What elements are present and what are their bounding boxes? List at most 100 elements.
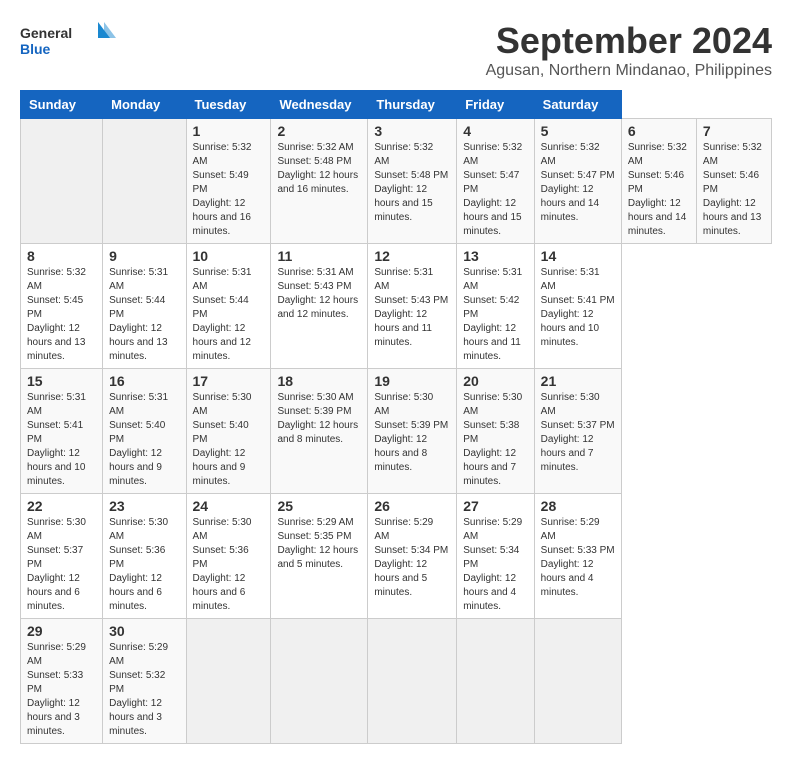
- day-info: Sunrise: 5:31 AMSunset: 5:44 PMDaylight:…: [193, 266, 265, 364]
- day-number: 8: [27, 248, 96, 264]
- calendar-cell: 28Sunrise: 5:29 AMSunset: 5:33 PMDayligh…: [534, 494, 621, 619]
- day-number: 18: [277, 373, 361, 389]
- day-info: Sunrise: 5:29 AMSunset: 5:34 PMDaylight:…: [374, 516, 450, 600]
- calendar-cell: 2 Sunrise: 5:32 AMSunset: 5:48 PMDaylight…: [271, 119, 368, 244]
- day-info: Sunrise: 5:32 AMSunset: 5:47 PMDaylight:…: [463, 141, 527, 239]
- day-info: Sunrise: 5:31 AMSunset: 5:41 PMDaylight:…: [541, 266, 615, 350]
- day-number: 5: [541, 123, 615, 139]
- calendar-cell: [186, 619, 271, 744]
- calendar-cell: 7 Sunrise: 5:32 AMSunset: 5:46 PMDaylight…: [696, 119, 771, 244]
- month-title: September 2024: [486, 20, 772, 62]
- calendar-cell: 25 Sunrise: 5:29 AMSunset: 5:35 PMDayligh…: [271, 494, 368, 619]
- header-thursday: Thursday: [368, 91, 457, 119]
- day-info: Sunrise: 5:32 AMSunset: 5:48 PMDaylight:…: [277, 141, 361, 197]
- calendar-cell: 10 Sunrise: 5:31 AMSunset: 5:44 PMDayligh…: [186, 244, 271, 369]
- calendar-cell: [21, 119, 103, 244]
- day-number: 22: [27, 498, 96, 514]
- day-number: 10: [193, 248, 265, 264]
- day-info: Sunrise: 5:32 AMSunset: 5:45 PMDaylight:…: [27, 266, 96, 364]
- day-number: 25: [277, 498, 361, 514]
- calendar-cell: 3Sunrise: 5:32 AMSunset: 5:48 PMDaylight…: [368, 119, 457, 244]
- day-number: 4: [463, 123, 527, 139]
- location-subtitle: Agusan, Northern Mindanao, Philippines: [486, 62, 772, 80]
- calendar-cell: 23 Sunrise: 5:30 AMSunset: 5:36 PMDayligh…: [103, 494, 186, 619]
- day-info: Sunrise: 5:31 AMSunset: 5:41 PMDaylight:…: [27, 391, 96, 489]
- day-info: Sunrise: 5:29 AMSunset: 5:32 PMDaylight:…: [109, 641, 179, 739]
- title-section: September 2024 Agusan, Northern Mindanao…: [486, 20, 772, 80]
- calendar-week-row: 15 Sunrise: 5:31 AMSunset: 5:41 PMDayligh…: [21, 369, 772, 494]
- day-info: Sunrise: 5:32 AMSunset: 5:47 PMDaylight:…: [541, 141, 615, 225]
- day-number: 30: [109, 623, 179, 639]
- calendar-week-row: 1Sunrise: 5:32 AMSunset: 5:49 PMDaylight…: [21, 119, 772, 244]
- day-number: 12: [374, 248, 450, 264]
- header-saturday: Saturday: [534, 91, 621, 119]
- logo-graphic: General Blue: [20, 20, 120, 64]
- day-number: 11: [277, 248, 361, 264]
- day-info: Sunrise: 5:31 AMSunset: 5:42 PMDaylight:…: [463, 266, 527, 364]
- calendar-cell: 11Sunrise: 5:31 AMSunset: 5:43 PMDayligh…: [271, 244, 368, 369]
- calendar-cell: 26 Sunrise: 5:29 AMSunset: 5:34 PMDayligh…: [368, 494, 457, 619]
- day-number: 24: [193, 498, 265, 514]
- day-info: Sunrise: 5:30 AMSunset: 5:37 PMDaylight:…: [541, 391, 615, 475]
- day-info: Sunrise: 5:30 AMSunset: 5:36 PMDaylight:…: [109, 516, 179, 614]
- calendar-cell: 16 Sunrise: 5:31 AMSunset: 5:40 PMDayligh…: [103, 369, 186, 494]
- day-number: 27: [463, 498, 527, 514]
- day-info: Sunrise: 5:29 AMSunset: 5:33 PMDaylight:…: [27, 641, 96, 739]
- day-number: 23: [109, 498, 179, 514]
- day-info: Sunrise: 5:29 AMSunset: 5:35 PMDaylight:…: [277, 516, 361, 572]
- calendar-cell: 13 Sunrise: 5:31 AMSunset: 5:42 PMDayligh…: [457, 244, 534, 369]
- header-tuesday: Tuesday: [186, 91, 271, 119]
- calendar-cell: 5 Sunrise: 5:32 AMSunset: 5:47 PMDaylight…: [534, 119, 621, 244]
- day-info: Sunrise: 5:32 AMSunset: 5:46 PMDaylight:…: [703, 141, 765, 239]
- day-number: 17: [193, 373, 265, 389]
- svg-text:General: General: [20, 25, 72, 41]
- day-number: 21: [541, 373, 615, 389]
- day-number: 13: [463, 248, 527, 264]
- calendar-table: SundayMondayTuesdayWednesdayThursdayFrid…: [20, 90, 772, 744]
- calendar-cell: 22 Sunrise: 5:30 AMSunset: 5:37 PMDayligh…: [21, 494, 103, 619]
- day-number: 14: [541, 248, 615, 264]
- day-number: 20: [463, 373, 527, 389]
- calendar-cell: 4 Sunrise: 5:32 AMSunset: 5:47 PMDaylight…: [457, 119, 534, 244]
- calendar-cell: [103, 119, 186, 244]
- day-number: 15: [27, 373, 96, 389]
- day-info: Sunrise: 5:32 AMSunset: 5:49 PMDaylight:…: [193, 141, 265, 239]
- header-sunday: Sunday: [21, 91, 103, 119]
- day-info: Sunrise: 5:30 AMSunset: 5:37 PMDaylight:…: [27, 516, 96, 614]
- calendar-cell: [271, 619, 368, 744]
- day-number: 2: [277, 123, 361, 139]
- calendar-cell: 12 Sunrise: 5:31 AMSunset: 5:43 PMDayligh…: [368, 244, 457, 369]
- calendar-week-row: 8 Sunrise: 5:32 AMSunset: 5:45 PMDaylight…: [21, 244, 772, 369]
- calendar-cell: 9 Sunrise: 5:31 AMSunset: 5:44 PMDaylight…: [103, 244, 186, 369]
- header-monday: Monday: [103, 91, 186, 119]
- day-number: 26: [374, 498, 450, 514]
- calendar-cell: [457, 619, 534, 744]
- calendar-week-row: 29 Sunrise: 5:29 AMSunset: 5:33 PMDayligh…: [21, 619, 772, 744]
- day-number: 9: [109, 248, 179, 264]
- calendar-cell: 15 Sunrise: 5:31 AMSunset: 5:41 PMDayligh…: [21, 369, 103, 494]
- header-wednesday: Wednesday: [271, 91, 368, 119]
- day-number: 7: [703, 123, 765, 139]
- calendar-header-row: SundayMondayTuesdayWednesdayThursdayFrid…: [21, 91, 772, 119]
- day-info: Sunrise: 5:30 AMSunset: 5:39 PMDaylight:…: [374, 391, 450, 475]
- calendar-cell: 29 Sunrise: 5:29 AMSunset: 5:33 PMDayligh…: [21, 619, 103, 744]
- day-info: Sunrise: 5:29 AMSunset: 5:33 PMDaylight:…: [541, 516, 615, 600]
- day-number: 16: [109, 373, 179, 389]
- calendar-cell: 1Sunrise: 5:32 AMSunset: 5:49 PMDaylight…: [186, 119, 271, 244]
- day-info: Sunrise: 5:31 AMSunset: 5:40 PMDaylight:…: [109, 391, 179, 489]
- day-info: Sunrise: 5:31 AMSunset: 5:43 PMDaylight:…: [374, 266, 450, 350]
- day-info: Sunrise: 5:30 AMSunset: 5:38 PMDaylight:…: [463, 391, 527, 489]
- calendar-cell: 27Sunrise: 5:29 AMSunset: 5:34 PMDayligh…: [457, 494, 534, 619]
- calendar-cell: 17 Sunrise: 5:30 AMSunset: 5:40 PMDayligh…: [186, 369, 271, 494]
- day-number: 29: [27, 623, 96, 639]
- page-header: General Blue September 2024 Agusan, Nort…: [20, 20, 772, 80]
- day-number: 19: [374, 373, 450, 389]
- calendar-cell: 6Sunrise: 5:32 AMSunset: 5:46 PMDaylight…: [621, 119, 696, 244]
- day-number: 6: [628, 123, 690, 139]
- day-info: Sunrise: 5:31 AMSunset: 5:44 PMDaylight:…: [109, 266, 179, 364]
- calendar-cell: [368, 619, 457, 744]
- calendar-cell: 14 Sunrise: 5:31 AMSunset: 5:41 PMDayligh…: [534, 244, 621, 369]
- calendar-cell: [534, 619, 621, 744]
- header-friday: Friday: [457, 91, 534, 119]
- day-info: Sunrise: 5:30 AMSunset: 5:40 PMDaylight:…: [193, 391, 265, 489]
